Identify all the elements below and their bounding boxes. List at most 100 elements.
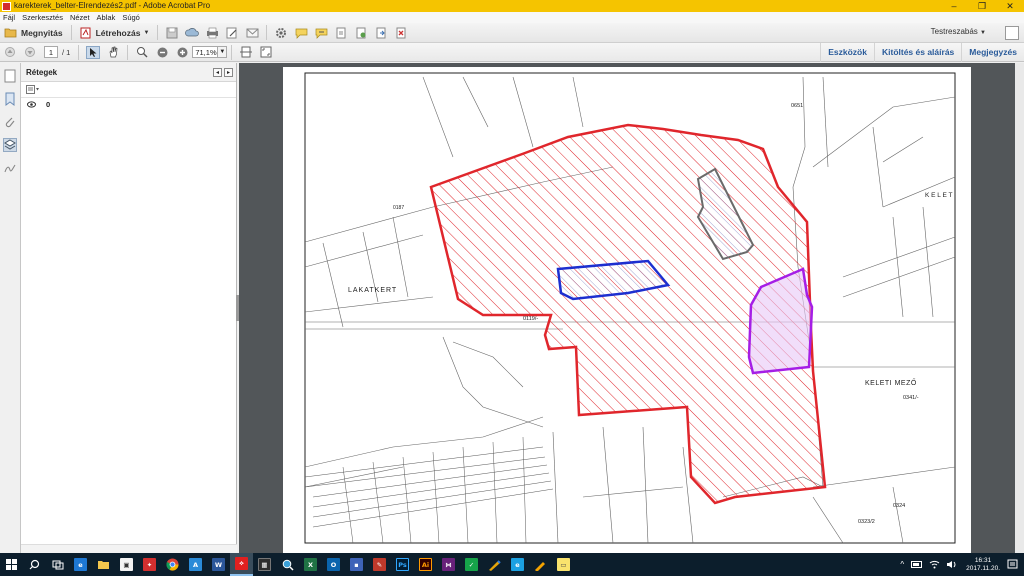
fill-sign-pane-link[interactable]: Kitöltés és aláírás (873, 43, 961, 62)
attach-file-icon[interactable] (354, 26, 368, 39)
pencil-app-icon[interactable] (529, 553, 552, 576)
label-keleti-mezo: KELETI MEZŐ (865, 378, 917, 387)
select-cursor-icon[interactable] (86, 45, 101, 59)
word-icon[interactable]: W (207, 553, 230, 576)
expand-icon[interactable] (1005, 26, 1019, 40)
settings-gear-icon[interactable] (274, 26, 288, 39)
page-thumbnails-icon[interactable] (3, 69, 17, 83)
close-button[interactable]: ✕ (996, 0, 1024, 12)
export-icon[interactable] (374, 26, 388, 39)
tools-pane-link[interactable]: Eszközök (820, 43, 874, 62)
chrome-icon[interactable] (161, 553, 184, 576)
next-page-icon[interactable] (23, 46, 37, 59)
blue-a-app-icon[interactable]: A (184, 553, 207, 576)
calculator-icon[interactable]: ▦ (253, 553, 276, 576)
title-bar: karekterek_belter-Elrendezés2.pdf - Adob… (0, 0, 1024, 12)
signatures-icon[interactable] (3, 161, 17, 175)
marquee-zoom-icon[interactable] (135, 46, 149, 59)
zoom-dropdown-chevron-icon[interactable]: ▼ (218, 46, 228, 58)
open-label: Megnyitás (21, 27, 63, 38)
cadastral-map: LAKATKERT KELETI MEZŐ K E L E T 0119/- 0… (304, 72, 956, 544)
visual-studio-icon[interactable]: ⋈ (437, 553, 460, 576)
open-button[interactable]: Megnyitás (0, 24, 67, 41)
notifications-icon[interactable] (1007, 559, 1018, 570)
redact-icon[interactable] (394, 26, 408, 39)
previous-page-icon[interactable] (3, 46, 17, 59)
search-icon[interactable] (23, 553, 46, 576)
collapse-panel-icon[interactable]: ◂ (213, 68, 222, 77)
close-panel-icon[interactable]: ▸ (224, 68, 233, 77)
save-icon[interactable] (165, 26, 179, 39)
pdf-page: LAKATKERT KELETI MEZŐ K E L E T 0119/- 0… (283, 67, 971, 553)
system-tray: ^ 16:31 2017.11.20. (900, 553, 1018, 576)
cloud-upload-icon[interactable] (185, 26, 200, 39)
outlook-icon[interactable]: O (322, 553, 345, 576)
document-vertical-scrollbar[interactable] (1015, 63, 1024, 553)
edge-browser-icon[interactable]: e (69, 553, 92, 576)
comment-bubble-icon[interactable] (294, 26, 308, 39)
customize-dropdown[interactable]: Testreszabás ▼ (931, 27, 986, 36)
store-icon[interactable]: ▣ (115, 553, 138, 576)
green-app-icon[interactable]: ✓ (460, 553, 483, 576)
page-number-input[interactable]: 1 (44, 46, 58, 58)
options-menu-icon[interactable] (26, 85, 40, 94)
acrobat-taskbar-icon[interactable]: ⟡ (230, 553, 253, 576)
chevron-down-icon: ▼ (980, 30, 986, 36)
full-screen-icon[interactable] (259, 46, 273, 59)
layer-row[interactable]: 0 (21, 98, 236, 110)
show-hidden-icons-chevron-icon[interactable]: ^ (900, 560, 904, 569)
bookmarks-icon[interactable] (3, 92, 17, 106)
print-icon[interactable] (205, 26, 219, 39)
zoom-in-icon[interactable] (175, 46, 189, 59)
windows-taskbar: e ▣ ✦ A W ⟡ ▦ X O ▪ ✎ Ps Ai ⋈ ✓ e ▭ ^ 16… (0, 553, 1024, 576)
zoom-out-icon[interactable] (155, 46, 169, 59)
photoshop-icon[interactable]: Ps (391, 553, 414, 576)
windows-start-icon[interactable] (0, 553, 23, 576)
wifi-icon[interactable] (929, 560, 940, 569)
internet-explorer-icon[interactable]: e (506, 553, 529, 576)
fit-page-icon[interactable] (239, 46, 253, 59)
system-clock[interactable]: 16:31 2017.11.20. (966, 557, 1000, 573)
attachments-paperclip-icon[interactable] (3, 115, 17, 129)
toolbar-separator (127, 44, 129, 60)
eye-icon[interactable] (27, 100, 36, 108)
red-app-icon[interactable]: ✦ (138, 553, 161, 576)
stamp-icon[interactable] (334, 26, 348, 39)
save-disk-app-icon[interactable]: ▪ (345, 553, 368, 576)
layers-icon[interactable] (3, 138, 17, 152)
panel-horizontal-scrollbar[interactable] (21, 544, 237, 553)
main-toolbar: Megnyitás Létrehozás ▼ Testreszabás ▼ (0, 23, 1024, 43)
toolbar-separator (266, 25, 268, 40)
illustrator-icon[interactable]: Ai (414, 553, 437, 576)
edit-document-icon[interactable] (225, 26, 239, 39)
create-button[interactable]: Létrehozás ▼ (76, 24, 154, 41)
comment-pane-link[interactable]: Megjegyzés (961, 43, 1024, 62)
label-0187: 0187 (393, 205, 404, 211)
sticky-notes-icon[interactable]: ▭ (552, 553, 575, 576)
hand-tool-icon[interactable] (106, 46, 120, 59)
menu-help[interactable]: Súgó (122, 12, 140, 23)
task-view-icon[interactable] (46, 553, 69, 576)
maximize-button[interactable]: ❐ (968, 0, 996, 12)
highlight-icon[interactable] (314, 26, 328, 39)
menu-view[interactable]: Nézet (70, 12, 90, 23)
menu-file[interactable]: Fájl (3, 12, 15, 23)
magnifier-app-icon[interactable] (276, 553, 299, 576)
acrobat-app-icon (2, 1, 11, 11)
toolbar-separator (157, 25, 159, 40)
email-icon[interactable] (245, 26, 259, 39)
menu-edit[interactable]: Szerkesztés (22, 12, 63, 23)
zoom-level-input[interactable]: 71,1% (192, 46, 219, 58)
pen-app-icon[interactable]: ✎ (368, 553, 391, 576)
file-explorer-icon[interactable] (92, 553, 115, 576)
battery-icon[interactable] (911, 560, 923, 569)
layers-panel: Rétegek ◂ ▸ 0 (21, 63, 237, 553)
clock-date: 2017.11.20. (966, 564, 1000, 572)
menu-window[interactable]: Ablak (97, 12, 116, 23)
document-viewport[interactable]: LAKATKERT KELETI MEZŐ K E L E T 0119/- 0… (239, 63, 1024, 553)
minimize-button[interactable]: – (940, 0, 968, 12)
label-0341: 0341/- (903, 395, 919, 401)
excel-icon[interactable]: X (299, 553, 322, 576)
paint-icon[interactable] (483, 553, 506, 576)
volume-icon[interactable] (946, 560, 957, 569)
